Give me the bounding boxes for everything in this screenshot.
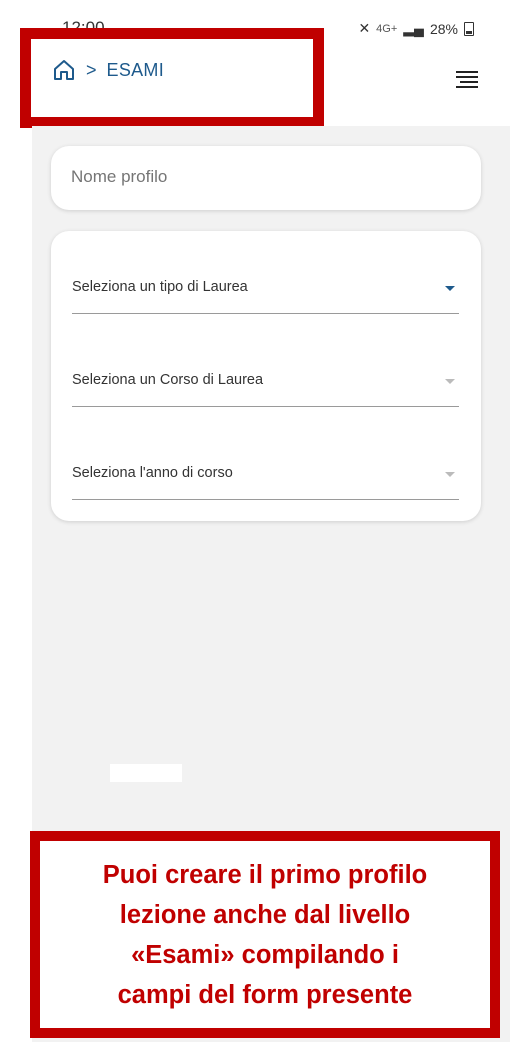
mute-icon: ✕ [358,20,371,36]
battery-icon [464,21,474,36]
network-type: 4G+ [376,22,398,35]
breadcrumb-current: ESAMI [106,59,165,80]
callout-line: Puoi creare il primo profilo [102,860,428,889]
course-year-select[interactable]: Seleziona l'anno di corso [72,429,459,500]
breadcrumb: > ESAMI [52,58,164,82]
status-indicators: ✕ 4G+ ▂▄ 28% [358,20,474,37]
selection-card: Seleziona un tipo di Laurea Seleziona un… [51,231,481,521]
instruction-callout: Puoi creare il primo profilo lezione anc… [30,831,500,1038]
callout-line: lezione anche dal livello [119,900,411,929]
callout-line: «Esami» compilando i [131,940,399,969]
battery-level: 28% [429,20,458,37]
degree-course-select[interactable]: Seleziona un Corso di Laurea [72,336,459,407]
chevron-down-icon [445,379,455,384]
degree-type-select[interactable]: Seleziona un tipo di Laurea [72,243,459,314]
callout-line: campi del form presente [117,980,413,1009]
signal-icon: ▂▄ [403,20,424,36]
degree-type-label: Seleziona un tipo di Laurea [72,279,248,295]
hamburger-menu-icon[interactable] [456,68,478,91]
course-year-label: Seleziona l'anno di corso [72,465,233,481]
home-icon[interactable] [52,58,76,82]
chevron-down-icon [445,286,455,291]
callout-text: Puoi creare il primo profilo lezione anc… [103,855,427,1015]
profile-name-input[interactable] [71,167,461,187]
status-bar: 12:00 ✕ 4G+ ▂▄ 28% [0,0,510,50]
profile-name-card [51,146,481,210]
callout-body: Puoi creare il primo profilo lezione anc… [40,841,490,1028]
breadcrumb-separator: > [86,59,97,80]
app-header: > ESAMI [0,50,510,126]
degree-course-label: Seleziona un Corso di Laurea [72,372,264,388]
blank-patch [110,764,182,782]
status-time: 12:00 [62,18,105,37]
chevron-down-icon [445,472,455,477]
